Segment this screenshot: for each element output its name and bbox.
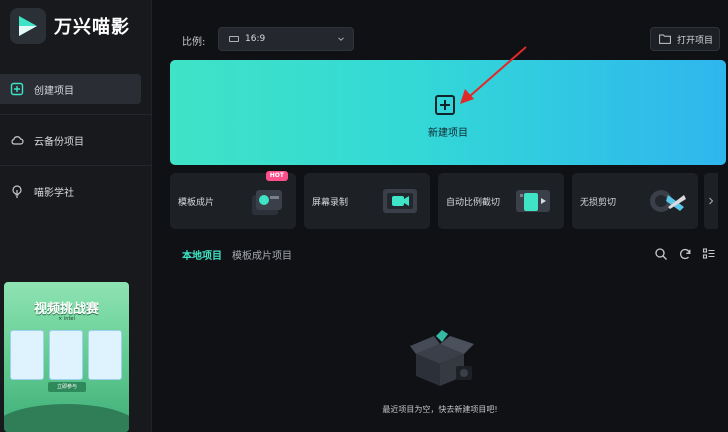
- scissors-icon: [650, 190, 686, 212]
- ratio-select[interactable]: 16:9: [218, 27, 354, 51]
- divider: [0, 114, 152, 115]
- promo-cta-button[interactable]: 立即参与: [48, 382, 86, 392]
- tab-template-projects[interactable]: 模板成片项目: [232, 247, 292, 262]
- sidebar-item-label: 创建项目: [34, 85, 74, 97]
- tool-cards: 模板成片 HOT 屏幕录制 自动比例截切 无损剪切: [170, 171, 728, 229]
- hot-badge: HOT: [265, 171, 288, 181]
- promo-card: [10, 330, 44, 380]
- empty-state-message: 最近项目为空，快去新建项目吧!: [382, 405, 498, 414]
- sidebar-item-label: 云备份项目: [34, 136, 84, 148]
- chevron-right-icon: [709, 197, 714, 205]
- promo-decoration: [4, 404, 129, 432]
- empty-box-icon: [410, 330, 474, 386]
- sidebar-nav: 创建项目 云备份项目 喵影学社: [0, 74, 152, 216]
- brand: 万兴喵影: [10, 8, 130, 44]
- app-logo-icon: [10, 8, 46, 44]
- divider: [0, 165, 152, 166]
- tool-auto-reframe[interactable]: 自动比例截切: [438, 173, 564, 229]
- app-name: 万兴喵影: [54, 17, 130, 38]
- cloud-icon: [11, 136, 24, 145]
- open-project-label: 打开项目: [677, 35, 714, 46]
- add-square-icon: [10, 82, 24, 96]
- tool-lossless-cut[interactable]: 无损剪切: [572, 173, 698, 229]
- promo-banner[interactable]: 视频挑战赛 × intel 立即参与: [4, 282, 129, 432]
- template-stack-icon: [252, 190, 282, 215]
- sidebar-item-label: 喵影学社: [34, 187, 74, 199]
- tool-label: 屏幕录制: [312, 198, 349, 208]
- sidebar: 万兴喵影 创建项目 云备份项目 喵影学社 视频挑战赛 × intel 立即参与: [0, 0, 152, 432]
- tool-label: 无损剪切: [580, 198, 617, 208]
- search-icon[interactable]: [654, 247, 668, 261]
- open-project-button[interactable]: 打开项目: [650, 27, 720, 51]
- list-view-icon[interactable]: [702, 247, 716, 261]
- promo-title: 视频挑战赛: [33, 302, 99, 317]
- screen-record-icon: [383, 189, 417, 213]
- tab-local-projects[interactable]: 本地项目: [182, 247, 222, 262]
- main-panel: 比例: 16:9 打开项目 新建项目 模板成片 HOT 屏幕录制 自动比例截切 …: [152, 0, 728, 432]
- tool-screen-record[interactable]: 屏幕录制: [304, 173, 430, 229]
- sidebar-item-create-project[interactable]: 创建项目: [0, 74, 141, 104]
- watermark: [630, 420, 728, 432]
- new-project-label: 新建项目: [428, 128, 468, 139]
- ratio-value: 16:9: [245, 34, 266, 44]
- new-project-button[interactable]: 新建项目: [170, 60, 726, 165]
- promo-card: [49, 330, 83, 380]
- aspect-ratio-icon: [229, 36, 239, 42]
- promo-subtitle: × intel: [58, 316, 75, 322]
- tool-label: 模板成片: [178, 198, 215, 208]
- sidebar-item-academy[interactable]: 喵影学社: [0, 176, 141, 206]
- auto-reframe-icon: [516, 190, 550, 212]
- chevron-down-icon: [338, 37, 344, 41]
- ratio-label: 比例:: [182, 37, 206, 48]
- bulb-icon: [12, 185, 22, 198]
- tool-label: 自动比例截切: [446, 198, 501, 208]
- promo-card: [88, 330, 122, 380]
- project-actions: [644, 247, 716, 261]
- plus-icon: [435, 95, 455, 115]
- tools-next-button[interactable]: [704, 173, 718, 229]
- sidebar-item-cloud-backup[interactable]: 云备份项目: [0, 125, 141, 155]
- tool-template-video[interactable]: 模板成片 HOT: [170, 171, 296, 229]
- folder-icon: [659, 34, 671, 44]
- refresh-icon[interactable]: [678, 247, 692, 261]
- project-tabs: 本地项目 模板成片项目: [182, 247, 302, 262]
